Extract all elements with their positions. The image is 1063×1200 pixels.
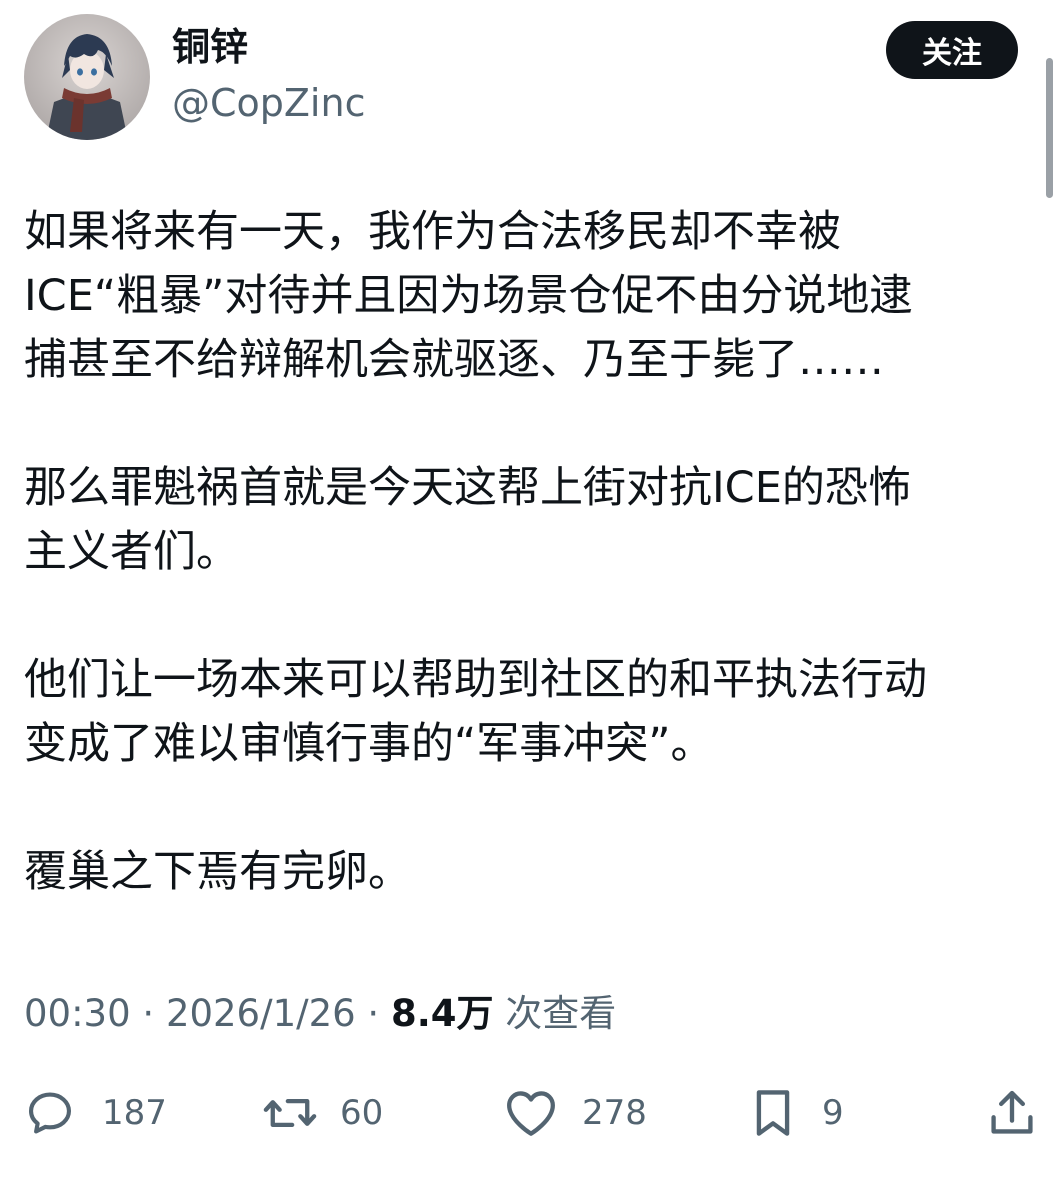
tweet-date[interactable]: 2026/1/26 — [166, 992, 356, 1035]
repost-button[interactable]: 60 — [262, 1078, 383, 1148]
tweet-paragraph: 那么罪魁祸首就是今天这帮上街对抗ICE的恐怖 主义者们。 — [24, 456, 1039, 584]
action-bar: 187 60 278 9 — [0, 1078, 1063, 1148]
reply-icon — [28, 1092, 72, 1134]
tweet-line: ICE“粗暴”对待并且因为场景仓促不由分说地逮 — [24, 271, 913, 321]
tweet-meta: 00:30 · 2026/1/26 · 8.4万 次查看 — [24, 990, 616, 1038]
like-button[interactable]: 278 — [504, 1078, 647, 1148]
tweet-line: 如果将来有一天，我作为合法移民却不幸被 — [24, 207, 841, 257]
tweet-paragraph: 他们让一场本来可以帮助到社区的和平执法行动 变成了难以审慎行事的“军事冲突”。 — [24, 648, 1039, 776]
views-label[interactable]: 次查看 — [494, 992, 616, 1035]
meta-separator: · — [130, 992, 166, 1035]
bookmark-icon — [756, 1090, 790, 1136]
share-icon — [991, 1090, 1033, 1134]
like-count: 278 — [582, 1093, 647, 1133]
tweet-paragraph: 覆巢之下焉有完卵。 — [24, 840, 1039, 904]
tweet-line: 变成了难以审慎行事的“军事冲突”。 — [24, 719, 714, 769]
tweet-line: 他们让一场本来可以帮助到社区的和平执法行动 — [24, 655, 927, 705]
author-display-name[interactable]: 铜锌 — [172, 22, 248, 72]
bookmark-count: 9 — [822, 1093, 844, 1133]
scrollbar[interactable] — [1046, 58, 1053, 198]
tweet-line: 覆巢之下焉有完卵。 — [24, 847, 411, 897]
repost-count: 60 — [340, 1093, 384, 1133]
follow-button[interactable]: 关注 — [886, 21, 1018, 79]
tweet-line: 捕甚至不给辩解机会就驱逐、乃至于毙了…… — [24, 335, 884, 385]
bookmark-button[interactable]: 9 — [752, 1078, 844, 1148]
tweet-card: 铜锌 @CopZinc 关注 如果将来有一天，我作为合法移民却不幸被 ICE“粗… — [0, 0, 1063, 1200]
author-handle[interactable]: @CopZinc — [172, 78, 365, 128]
meta-separator: · — [355, 992, 391, 1035]
heart-icon — [507, 1091, 555, 1136]
views-count[interactable]: 8.4万 — [391, 992, 494, 1035]
tweet-line: 主义者们。 — [24, 527, 239, 577]
avatar-image — [24, 14, 150, 140]
avatar[interactable] — [24, 14, 150, 140]
tweet-text: 如果将来有一天，我作为合法移民却不幸被 ICE“粗暴”对待并且因为场景仓促不由分… — [24, 200, 1039, 968]
tweet-paragraph: 如果将来有一天，我作为合法移民却不幸被 ICE“粗暴”对待并且因为场景仓促不由分… — [24, 200, 1039, 392]
share-button[interactable] — [988, 1078, 1036, 1148]
tweet-time[interactable]: 00:30 — [24, 992, 131, 1035]
repost-icon — [263, 1099, 317, 1127]
reply-button[interactable]: 187 — [24, 1078, 167, 1148]
reply-count: 187 — [102, 1093, 167, 1133]
tweet-line: 那么罪魁祸首就是今天这帮上街对抗ICE的恐怖 — [24, 463, 911, 513]
